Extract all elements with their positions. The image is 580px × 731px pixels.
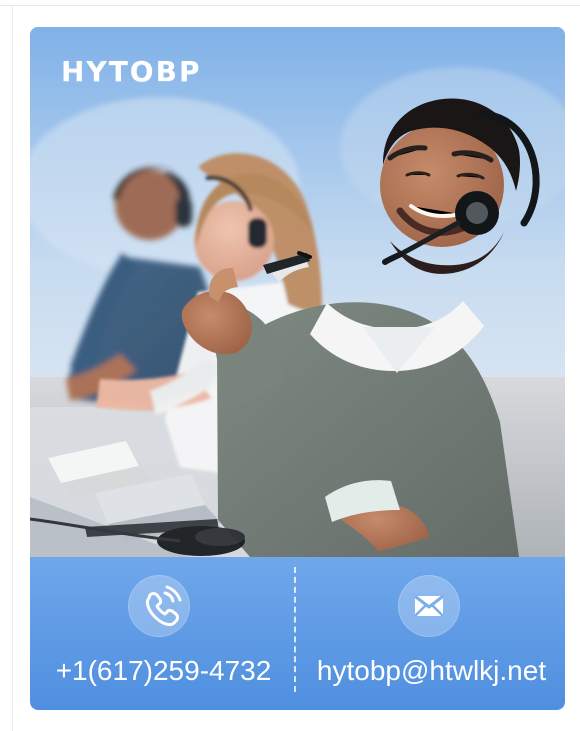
customer-support-illustration (30, 27, 565, 557)
email-contact[interactable]: hytobp@htwlkj.net (298, 557, 565, 710)
email-address[interactable]: hytobp@htwlkj.net (298, 655, 565, 687)
phone-icon[interactable] (128, 575, 190, 637)
contact-bar: +1(617)259-4732 hytobp@htwlkj.net (30, 557, 565, 710)
contact-divider (294, 567, 296, 692)
page: HYTOBP +1(617)259-4732 hytobp@htwlkj.net (0, 0, 580, 731)
mail-icon[interactable] (398, 575, 460, 637)
contact-card: HYTOBP +1(617)259-4732 hytobp@htwlkj.net (30, 27, 565, 710)
brand-logo: HYTOBP (61, 55, 202, 88)
phone-contact[interactable]: +1(617)259-4732 (30, 557, 297, 710)
phone-number[interactable]: +1(617)259-4732 (30, 655, 297, 687)
support-hero-image: HYTOBP (30, 27, 565, 557)
left-divider-line (12, 5, 13, 731)
top-divider-line (0, 5, 580, 6)
